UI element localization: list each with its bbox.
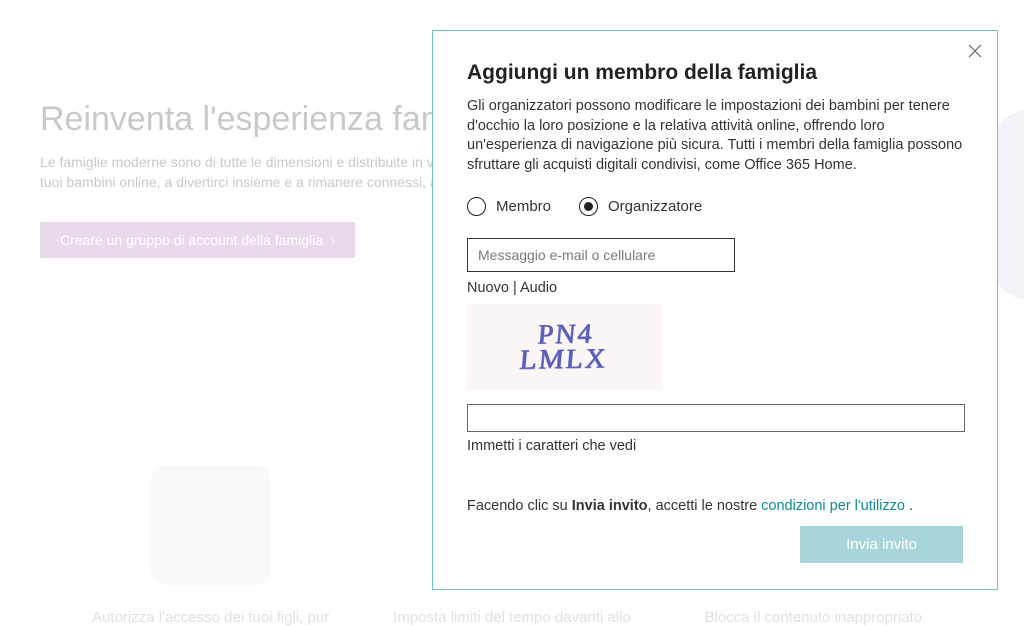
add-family-member-dialog: Aggiungi un membro della famiglia Gli or… (432, 30, 998, 590)
captcha-sep: | (509, 280, 520, 296)
consent-suffix: . (905, 498, 913, 514)
tile-caption: Imposta limiti del tempo davanti allo (382, 609, 642, 626)
tile-caption: Autorizza l'accesso dei tuoi figli, pur (81, 609, 341, 626)
bg-subtitle-line2: tuoi bambini online, a divertirci insiem… (40, 174, 438, 190)
close-button[interactable] (967, 43, 983, 59)
role-member-label: Membro (496, 198, 551, 215)
tile-illustration (151, 465, 271, 585)
captcha-controls: Nuovo | Audio (467, 280, 963, 296)
captcha-audio-link[interactable]: Audio (520, 280, 557, 296)
radio-icon (467, 197, 486, 216)
role-organizer-radio[interactable]: Organizzatore (579, 197, 702, 216)
captcha-hint: Immetti i caratteri che vedi (467, 438, 963, 454)
consent-text: Facendo clic su Invia invito, accetti le… (467, 498, 963, 514)
close-icon (967, 43, 983, 59)
tile-caption: Blocca il contenuto inappropriato (683, 609, 943, 626)
email-or-phone-input[interactable] (467, 238, 735, 272)
role-organizer-label: Organizzatore (608, 198, 702, 215)
create-family-group-button[interactable]: Creare un gruppo di account della famigl… (40, 222, 355, 258)
send-invite-button[interactable]: Invia invito (800, 526, 963, 563)
dialog-description: Gli organizzatori possono modificare le … (467, 97, 963, 175)
create-family-group-label: Creare un gruppo di account della famigl… (60, 232, 323, 248)
consent-middle: , accetti le nostre (648, 498, 762, 514)
bg-subtitle-line1: Le famiglie moderne sono di tutte le dim… (40, 154, 434, 170)
radio-icon (579, 197, 598, 216)
terms-link[interactable]: condizioni per l'utilizzo (761, 498, 905, 514)
consent-bold: Invia invito (572, 498, 648, 514)
captcha-text: PN4 LMLX (519, 321, 611, 373)
captcha-image: PN4 LMLX (467, 304, 663, 390)
dialog-title: Aggiungi un membro della famiglia (467, 61, 963, 85)
consent-prefix: Facendo clic su (467, 498, 572, 514)
captcha-input[interactable] (467, 404, 965, 432)
role-member-radio[interactable]: Membro (467, 197, 551, 216)
chevron-right-icon: › (331, 233, 335, 248)
role-radio-group: Membro Organizzatore (467, 197, 963, 216)
captcha-new-link[interactable]: Nuovo (467, 280, 509, 296)
bg-tile: Autorizza l'accesso dei tuoi figli, pur (81, 465, 341, 626)
